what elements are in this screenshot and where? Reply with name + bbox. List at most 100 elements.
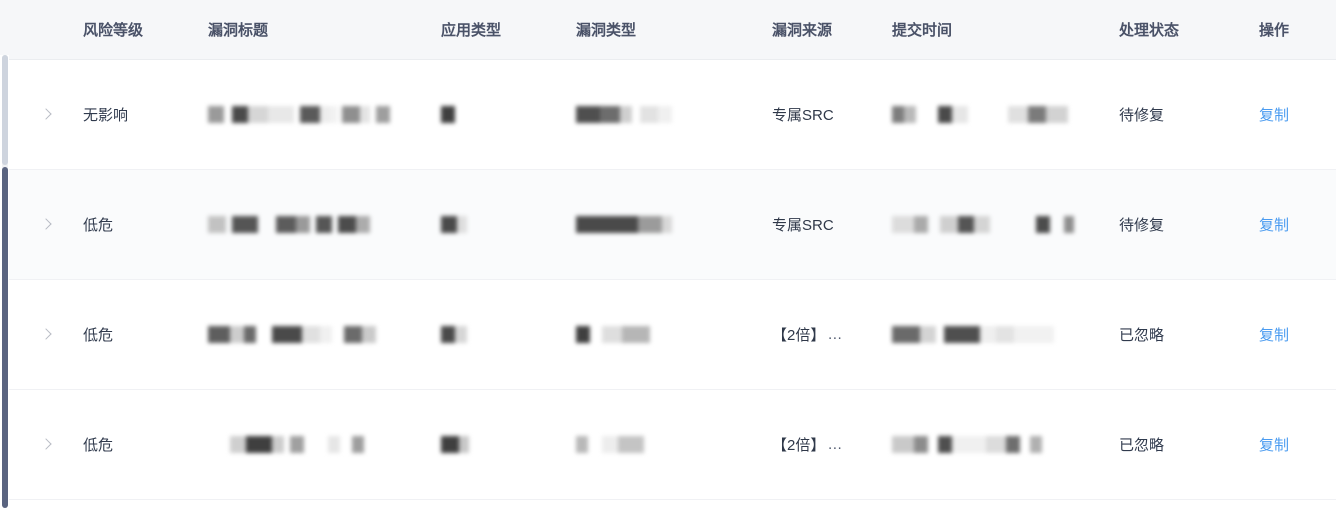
redacted-block: [208, 106, 224, 123]
column-header-submit-time[interactable]: 提交时间: [892, 19, 1119, 40]
copy-button[interactable]: 复制: [1259, 324, 1289, 345]
table-row[interactable]: 低危 【2倍】… 已忽略 复制: [0, 280, 1336, 390]
redacted-block: [904, 106, 916, 123]
row-expand-cell: [0, 170, 83, 279]
redacted-block: [892, 216, 914, 233]
copy-button[interactable]: 复制: [1259, 214, 1289, 235]
cell-vuln-title[interactable]: [208, 390, 441, 499]
redacted-block: [224, 106, 232, 123]
redacted-block: [296, 216, 310, 233]
redacted-block: [996, 326, 1014, 343]
redacted-block: [1046, 106, 1068, 123]
copy-button[interactable]: 复制: [1259, 104, 1289, 125]
table-row[interactable]: 低危 【2倍】… 已忽略 复制: [0, 390, 1336, 500]
redacted-block: [968, 106, 1008, 123]
redacted-block: [328, 436, 340, 453]
cell-handle-status: 待修复: [1119, 217, 1165, 234]
redacted-block: [990, 216, 1036, 233]
redacted-block: [356, 216, 370, 233]
vuln-source-text: 【2倍】: [772, 327, 826, 344]
column-header-vuln-source[interactable]: 漏洞来源: [772, 19, 892, 40]
redacted-app-type: [441, 106, 455, 124]
redacted-block: [618, 436, 644, 453]
cell-vuln-title[interactable]: [208, 60, 441, 169]
cell-submit-time: [892, 280, 1119, 389]
chevron-right-icon[interactable]: [40, 218, 54, 232]
redacted-app-type: [441, 216, 467, 234]
chevron-right-icon[interactable]: [40, 438, 54, 452]
cell-vuln-title[interactable]: [208, 280, 441, 389]
cell-app-type: [441, 170, 576, 279]
redacted-block: [330, 106, 338, 123]
cell-vuln-type: [576, 60, 772, 169]
column-header-actions: 操作: [1259, 22, 1290, 39]
vuln-source-ellipsis: …: [827, 436, 844, 453]
redacted-block: [332, 326, 344, 343]
redacted-block: [576, 106, 600, 123]
column-header-risk-level[interactable]: 风险等级: [83, 19, 208, 40]
redacted-block: [338, 216, 356, 233]
redacted-block: [590, 326, 602, 343]
redacted-block: [304, 436, 328, 453]
redacted-block: [441, 216, 457, 233]
redacted-block: [268, 106, 294, 123]
redacted-block: [248, 106, 268, 123]
redacted-block: [455, 326, 467, 343]
redacted-block: [892, 436, 914, 453]
redacted-block: [344, 326, 362, 343]
cell-risk-level: 低危: [83, 437, 114, 454]
table-row-partial[interactable]: [0, 500, 1336, 508]
redacted-block: [576, 326, 590, 343]
scrollbar-thumb[interactable]: [2, 167, 8, 508]
redacted-block: [940, 216, 958, 233]
cell-vuln-type: [576, 390, 772, 499]
column-header-app-type[interactable]: 应用类型: [441, 19, 576, 40]
redacted-block: [958, 216, 974, 233]
cell-vuln-title[interactable]: [208, 170, 441, 279]
redacted-submit-time: [892, 436, 1042, 454]
redacted-submit-time: [892, 106, 1068, 124]
redacted-block: [914, 436, 928, 453]
cell-vuln-source: 专属SRC: [772, 60, 892, 169]
cell-vuln-source: 专属SRC: [772, 170, 892, 279]
table-row[interactable]: 低危 专属SRC 待修复 复制: [0, 170, 1336, 280]
redacted-block: [662, 216, 672, 233]
column-header-vuln-type[interactable]: 漏洞类型: [576, 19, 772, 40]
cell-app-type: [441, 60, 576, 169]
redacted-block: [1030, 436, 1042, 453]
table-row[interactable]: 无影响 专属SRC 待修复 复制: [0, 60, 1336, 170]
cell-risk-level: 低危: [83, 327, 114, 344]
cell-handle-status: 已忽略: [1119, 327, 1165, 344]
redacted-block: [1006, 436, 1020, 453]
redacted-block: [936, 326, 944, 343]
cell-actions: 复制: [1259, 280, 1331, 389]
redacted-block: [208, 436, 230, 453]
column-header-handle-status[interactable]: 处理状态: [1119, 19, 1259, 40]
redacted-block: [1020, 436, 1030, 453]
cell-submit-time: [892, 170, 1119, 279]
redacted-block: [1064, 216, 1074, 233]
redacted-block: [376, 106, 390, 123]
redacted-block: [246, 436, 272, 453]
redacted-block: [892, 326, 920, 343]
redacted-block: [256, 326, 272, 343]
redacted-block: [602, 326, 622, 343]
redacted-block: [290, 436, 304, 453]
vuln-source-text: 专属SRC: [772, 107, 834, 124]
redacted-block: [208, 216, 226, 233]
redacted-block: [320, 106, 330, 123]
redacted-block: [1050, 216, 1064, 233]
chevron-right-icon[interactable]: [40, 108, 54, 122]
redacted-block: [588, 436, 602, 453]
redacted-block: [232, 106, 248, 123]
vertical-scrollbar[interactable]: [0, 55, 9, 508]
chevron-right-icon[interactable]: [40, 328, 54, 342]
copy-button[interactable]: 复制: [1259, 434, 1289, 455]
redacted-block: [938, 436, 952, 453]
redacted-block: [620, 106, 632, 123]
scrollbar-thumb-upper[interactable]: [2, 55, 8, 165]
vuln-source-ellipsis: …: [827, 326, 844, 343]
redacted-vuln-type: [576, 216, 672, 234]
cell-submit-time: [892, 60, 1119, 169]
column-header-vuln-title[interactable]: 漏洞标题: [208, 19, 441, 40]
